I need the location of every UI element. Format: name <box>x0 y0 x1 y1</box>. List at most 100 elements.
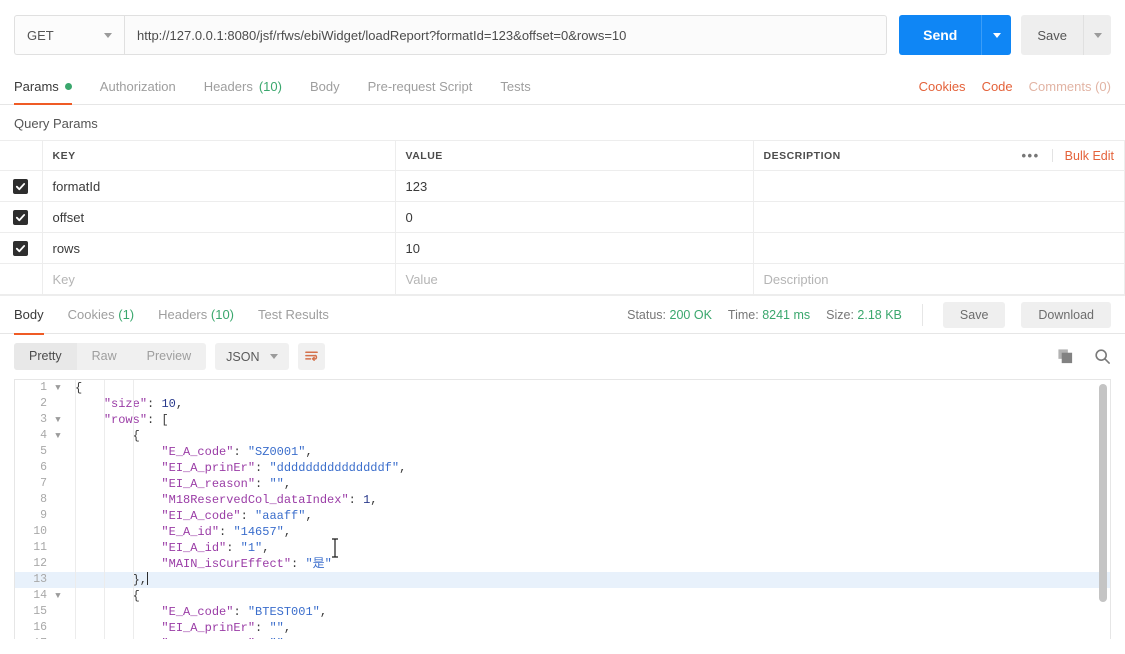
code-line[interactable]: 17 "EI_A_reason": "", <box>15 636 1110 639</box>
code-line[interactable]: 4 ▼ { <box>15 428 1110 444</box>
code-line[interactable]: 10 "E_A_id": "14657", <box>15 524 1110 540</box>
bulk-edit-link[interactable]: Bulk Edit <box>1053 149 1114 163</box>
json-token-key: "size" <box>103 397 148 411</box>
view-mode-pretty[interactable]: Pretty <box>14 343 77 370</box>
download-response-button[interactable]: Download <box>1021 301 1111 328</box>
json-token-pun: : <box>255 637 269 639</box>
code-line[interactable]: 1 ▼ { <box>15 380 1110 396</box>
param-description-cell[interactable] <box>753 170 1125 202</box>
tab-body[interactable]: Body <box>310 79 340 104</box>
param-key-cell[interactable]: rows <box>42 232 396 264</box>
copy-button[interactable] <box>1057 348 1074 365</box>
code-line[interactable]: 12 "MAIN_isCurEffect": "是" <box>15 556 1110 572</box>
tab-headers[interactable]: Headers (10) <box>204 79 282 104</box>
param-value-cell[interactable]: 123 <box>395 170 754 202</box>
json-token-key: "E_A_code" <box>161 445 234 459</box>
request-tab-bar-actions: Cookies Code Comments (0) <box>919 79 1111 104</box>
code-line-text: "EI_A_reason": "", <box>75 476 1110 492</box>
param-enabled-checkbox[interactable] <box>13 179 29 195</box>
fold-triangle-icon[interactable]: ▼ <box>51 588 65 604</box>
save-options-button[interactable] <box>1083 15 1111 55</box>
code-line[interactable]: 5 "E_A_code": "SZ0001", <box>15 444 1110 460</box>
param-value-cell[interactable]: 10 <box>395 232 754 264</box>
tab-pre-request-script[interactable]: Pre-request Script <box>368 79 473 104</box>
code-line[interactable]: 3 ▼ "rows": [ <box>15 412 1110 428</box>
editor-vertical-scrollbar[interactable] <box>1099 384 1107 602</box>
code-line[interactable]: 2 "size": 10, <box>15 396 1110 412</box>
param-key-cell[interactable]: offset <box>42 201 396 233</box>
http-method-select[interactable]: GET <box>14 15 124 55</box>
response-tab-body-label: Body <box>14 307 44 322</box>
code-line[interactable]: 16 "EI_A_prinEr": "", <box>15 620 1110 636</box>
table-row: offset 0 <box>0 201 1125 233</box>
response-tab-test-results-label: Test Results <box>258 307 329 322</box>
new-param-key-input[interactable]: Key <box>42 263 396 295</box>
json-token-key: "EI_A_code" <box>161 509 241 523</box>
tab-params[interactable]: Params <box>14 79 72 105</box>
fold-triangle-icon[interactable]: ▼ <box>51 412 65 428</box>
code-line[interactable]: 8 "M18ReservedCol_dataIndex": 1, <box>15 492 1110 508</box>
header-value: VALUE <box>395 140 754 171</box>
json-token-str: "1" <box>240 541 263 555</box>
size-badge: Size: 2.18 KB <box>826 308 902 322</box>
response-tab-headers[interactable]: Headers (10) <box>158 295 234 334</box>
tab-authorization[interactable]: Authorization <box>100 79 176 104</box>
more-options-icon[interactable]: ••• <box>1010 149 1053 162</box>
comments-link[interactable]: Comments (0) <box>1029 79 1111 94</box>
param-value-cell[interactable]: 0 <box>395 201 754 233</box>
code-line[interactable]: 13 }, <box>15 572 1110 588</box>
tab-headers-label: Headers <box>203 79 253 94</box>
code-link[interactable]: Code <box>982 79 1013 94</box>
url-text: http://127.0.0.1:8080/jsf/rfws/ebiWidget… <box>137 27 627 43</box>
param-key-cell[interactable]: formatId <box>42 170 396 202</box>
json-token-pun: : <box>255 477 270 491</box>
json-token-pun: : <box>291 557 306 571</box>
param-description-cell[interactable] <box>753 232 1125 264</box>
param-description-cell[interactable] <box>753 201 1125 233</box>
search-button[interactable] <box>1094 348 1111 365</box>
param-enabled-checkbox[interactable] <box>13 210 29 226</box>
new-param-value-input[interactable]: Value <box>395 263 754 295</box>
code-line[interactable]: 11 "EI_A_id": "1", <box>15 540 1110 556</box>
code-line[interactable]: 7 "EI_A_reason": "", <box>15 476 1110 492</box>
fold-triangle-icon[interactable]: ▼ <box>51 380 65 396</box>
size-value: 2.18 KB <box>857 307 902 322</box>
response-tab-test-results[interactable]: Test Results <box>258 295 329 334</box>
header-checkbox-cell <box>0 140 43 171</box>
response-tab-cookies-label: Cookies <box>67 307 115 322</box>
wrap-lines-button[interactable] <box>298 343 326 370</box>
response-body-editor[interactable]: 1 ▼{2 "size": 10, 3 ▼ "rows": [4 ▼ {5 "E_A_c… <box>14 379 1111 639</box>
view-mode-raw[interactable]: Raw <box>77 343 132 370</box>
send-button[interactable]: Send <box>899 15 982 55</box>
json-token-pun: : <box>255 461 270 475</box>
url-input[interactable]: http://127.0.0.1:8080/jsf/rfws/ebiWidget… <box>124 15 888 55</box>
status-label: Status: <box>627 307 667 322</box>
cookies-link[interactable]: Cookies <box>919 79 966 94</box>
response-tab-body[interactable]: Body <box>14 295 44 335</box>
code-line[interactable]: 9 "EI_A_code": "aaaff", <box>15 508 1110 524</box>
code-line[interactable]: 15 "E_A_code": "BTEST001", <box>15 604 1110 620</box>
save-response-button[interactable]: Save <box>942 301 1006 328</box>
view-mode-preview[interactable]: Preview <box>132 343 206 370</box>
status-badge: Status: 200 OK <box>627 308 712 322</box>
line-number: 5 <box>40 445 47 458</box>
json-token-str: "" <box>269 477 284 491</box>
json-token-pun: : <box>240 509 256 523</box>
text-caret <box>147 572 149 585</box>
code-line[interactable]: 6 "EI_A_prinEr": "dddddddddddddddf", <box>15 460 1110 476</box>
json-token-pun: , <box>284 637 291 639</box>
code-line[interactable]: 14 ▼ { <box>15 588 1110 604</box>
line-number: 16 <box>33 621 47 634</box>
param-enabled-checkbox[interactable] <box>13 241 29 257</box>
save-request-button[interactable]: Save <box>1021 15 1083 55</box>
tab-tests[interactable]: Tests <box>500 79 530 104</box>
send-options-button[interactable] <box>981 15 1012 55</box>
response-tab-cookies-count: (1) <box>118 307 135 322</box>
new-param-description-input[interactable]: Description <box>753 263 1125 295</box>
response-tab-cookies[interactable]: Cookies (1) <box>68 295 134 334</box>
response-format-select[interactable]: JSON <box>215 343 290 370</box>
table-row: rows 10 <box>0 232 1125 264</box>
json-token-pun: : <box>233 445 248 459</box>
fold-triangle-icon[interactable]: ▼ <box>51 428 65 444</box>
json-token-pun: , <box>305 445 313 459</box>
